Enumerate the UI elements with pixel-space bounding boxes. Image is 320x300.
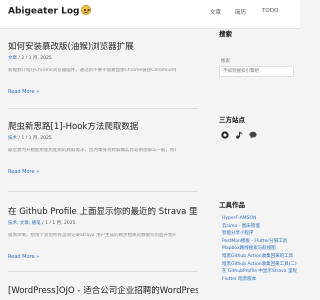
tool-link[interactable]: 在 GithubProfile 中显示Strava 里程 [222,268,297,276]
post-meta: 文章 / 2 / 1 月, 2025 [8,56,52,61]
tool-link[interactable]: 暗黑Github Action收集回来工具(二) [222,261,297,269]
post-title[interactable]: [WordPress]OJO - 适合公司企业招聘的WordPress主题 [8,286,198,297]
post-category[interactable]: 文章 [20,221,29,226]
post-date: 1 / 1 月, 2025 [45,221,76,226]
tools-list: HyperF-AMSON 云simo - 图床管理 智能分享小程序 PostMa… [222,215,297,283]
search-label: 搜索 [221,59,230,64]
github-icon[interactable] [221,131,229,139]
smiley-icon [81,5,92,15]
chat-icon[interactable] [249,131,257,139]
search-heading: 搜索 [219,30,232,38]
post-title[interactable]: 在 Github Profile 上面显示你的最近的 Strava 里程 [8,207,198,218]
post-divider [8,271,198,272]
post-divider [8,191,198,192]
post-title[interactable]: 爬虫新思路[1]-Hook方法爬取数据 [8,122,198,133]
post-item: 如何安装慕改版(油猴)浏览器扩展 文章 / 2 / 1 月, 2025 新视频介… [8,42,198,95]
site-logo[interactable]: Abigeater Log [8,5,92,17]
nav-link-todo[interactable]: TODO [262,8,278,14]
post-item: [WordPress]OJO - 适合公司企业招聘的WordPress主题 [8,286,198,297]
post-category[interactable]: 文章 [8,56,17,61]
search-input[interactable] [219,66,294,77]
site-title[interactable]: Abigeater Log [8,7,79,17]
post-date: 1 / 1 月, 2025 [21,136,52,141]
read-more-link[interactable]: Read More » [8,89,198,95]
nav-resume[interactable]: 简历 [235,8,246,16]
post-summary: 新视频介绍在Chrome浏览器插件，通过新不要不需要直接Chrome链接Chro… [8,68,176,73]
post-summary: 很简单啊，想用个总把所有运动记录Strava 用户生成的跑步相关的数据作页面开始… [8,233,176,238]
nav-link-articles[interactable]: 文章 [210,10,221,16]
post-divider [8,108,198,109]
site-header: Abigeater Log 文章 简历 TODO [0,0,300,29]
tool-link[interactable]: PostMan模板 - Flutter分隔工具 [222,238,297,246]
post-item: 爬虫新思路[1]-Hook方法爬取数据 技术 / 1 / 1 月, 2025 最… [8,122,198,175]
post-title[interactable]: 如何安装慕改版(油猴)浏览器扩展 [8,42,198,53]
tool-link[interactable]: 暗黑Github Action收集回来的工具 [222,253,297,261]
tools-heading: 工具作品 [219,201,245,209]
tool-link[interactable]: 智能分享小程序 [222,230,297,238]
post-item: 在 Github Profile 上面显示你的最近的 Strava 里程 技术,… [8,207,198,260]
nav-todo[interactable]: TODO [262,8,278,14]
music-icon[interactable] [235,131,243,139]
post-summary: 最近想为开始使用使用使用的爬取需求，因为本身对爬取确实比较熟悉那么一般，所以最终… [8,148,176,153]
nav-articles[interactable]: 文章 [210,8,221,16]
post-meta: 技术, 文章, 随笔 / 1 / 1 月, 2025 [8,221,76,226]
post-meta: 技术 / 1 / 1 月, 2025 [8,136,52,141]
post-category[interactable]: 技术 [8,221,17,226]
post-date: 2 / 1 月, 2025 [21,56,52,61]
social-heading: 三方站点 [219,116,245,124]
read-more-link[interactable]: Read More » [8,254,198,260]
tool-link[interactable]: Mapbox路线搜索与航线图 [222,245,297,253]
tool-link[interactable]: 云simo - 图床管理 [222,223,297,231]
tool-link[interactable]: Flutter 暗黑版本 [222,276,297,284]
nav-link-resume[interactable]: 简历 [235,10,246,16]
post-category[interactable]: 技术 [8,136,17,141]
post-tag[interactable]: 随笔 [32,221,41,226]
tool-link[interactable]: HyperF-AMSON [222,215,297,223]
read-more-link[interactable]: Read More » [8,169,198,175]
